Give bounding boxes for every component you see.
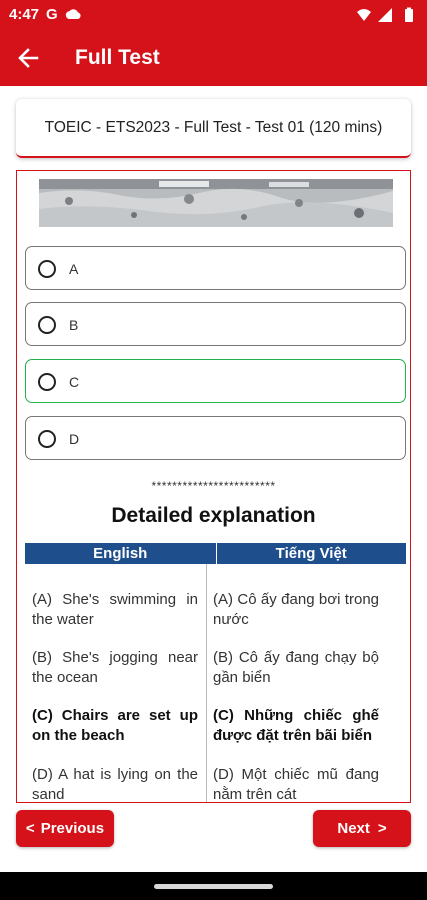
previous-button[interactable]: < Previous [16, 810, 114, 847]
separator: ************************ [151, 479, 276, 493]
option-label: B [69, 317, 79, 333]
next-label: Next [337, 820, 370, 837]
previous-label: Previous [40, 820, 105, 837]
column-divider [206, 564, 207, 802]
test-title: TOEIC - ETS2023 - Full Test - Test 01 (1… [44, 118, 383, 136]
option-label: D [69, 431, 80, 447]
row-a-english: (A) She's swimming in the water [32, 591, 198, 628]
next-button[interactable]: Next > [313, 810, 411, 847]
explanation-title: Detailed explanation [111, 504, 316, 527]
cloud-icon [65, 9, 81, 19]
google-icon: G [46, 6, 58, 23]
chevron-left-icon: < [25, 820, 35, 837]
explanation-table-header: English Tiếng Việt [25, 543, 406, 564]
chevron-right-icon: > [377, 820, 387, 837]
app-bar: Full Test [0, 30, 427, 86]
option-a[interactable]: A [25, 246, 406, 290]
row-c-vietnamese: (C) Những chiếc ghế được đặt trên bãi bi… [213, 707, 379, 744]
home-indicator[interactable] [154, 884, 273, 889]
status-bar: 4:47 G [0, 0, 427, 30]
page-title: Full Test [75, 46, 160, 69]
option-c[interactable]: C [25, 359, 406, 403]
radio-button[interactable] [38, 373, 56, 391]
radio-button[interactable] [38, 260, 56, 278]
option-label: A [69, 261, 79, 277]
option-b[interactable]: B [25, 302, 406, 346]
back-button[interactable] [14, 44, 42, 72]
option-d[interactable]: D [25, 416, 406, 460]
wifi-icon [357, 9, 371, 21]
question-photo [39, 179, 393, 227]
row-a-vietnamese: (A) Cô ấy đang bơi trong nước [213, 591, 379, 628]
row-d-english: (D) A hat is lying on the sand [32, 766, 198, 803]
row-b-vietnamese: (B) Cô ấy đang chạy bộ gần biển [213, 649, 379, 686]
system-nav-bar [0, 872, 427, 900]
system-status-icons [357, 7, 413, 22]
header-vietnamese: Tiếng Việt [215, 543, 407, 564]
header-english: English [93, 545, 148, 562]
question-content: A B C D ************************ Detaile… [16, 170, 411, 803]
radio-button[interactable] [38, 430, 56, 448]
row-d-vietnamese: (D) Một chiếc mũ đang nằm trên cát [213, 766, 379, 803]
test-title-card: TOEIC - ETS2023 - Full Test - Test 01 (1… [16, 99, 411, 158]
battery-icon [405, 9, 413, 22]
status-time: 4:47 [9, 6, 40, 23]
row-b-english: (B) She's jogging near the ocean [32, 649, 198, 686]
radio-button[interactable] [38, 316, 56, 334]
row-c-english: (C) Chairs are set up on the beach [32, 707, 198, 744]
option-label: C [69, 374, 80, 390]
back-arrow-icon [18, 48, 39, 68]
signal-icon [378, 8, 392, 22]
